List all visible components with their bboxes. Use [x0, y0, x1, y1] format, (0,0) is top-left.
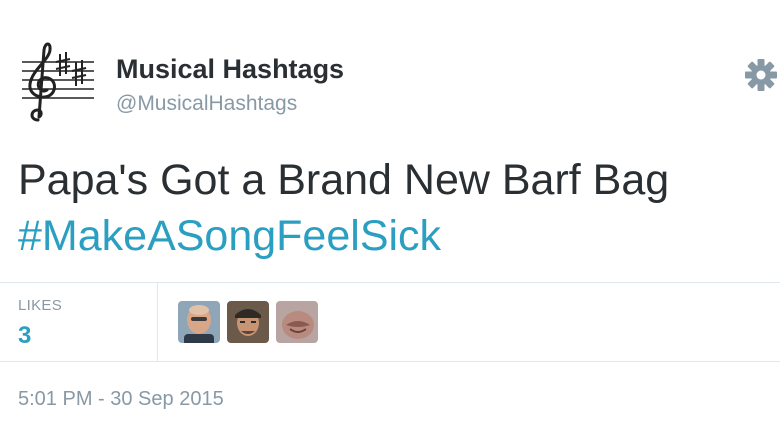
likes-count[interactable]: 3: [18, 322, 31, 350]
liker-avatar-1[interactable]: [178, 301, 220, 343]
tweet-timestamp[interactable]: 5:01 PM - 30 Sep 2015: [18, 388, 224, 411]
treble-clef-staff-icon: [22, 42, 94, 122]
likes-label: LIKES: [18, 297, 63, 314]
tweet-text: Papa's Got a Brand New Barf Bag #MakeASo…: [18, 152, 768, 264]
user-handle[interactable]: @MusicalHashtags: [116, 92, 297, 116]
tweet-text-line: Papa's Got a Brand New Barf Bag: [18, 156, 670, 204]
stats-divider: [157, 283, 158, 361]
profile-avatar[interactable]: [20, 40, 96, 126]
gear-icon[interactable]: [744, 58, 778, 92]
tweet-card: Musical Hashtags @MusicalHashtags Papa's: [0, 0, 780, 438]
liker-avatar-3[interactable]: [276, 301, 318, 343]
divider: [0, 361, 780, 362]
display-name[interactable]: Musical Hashtags: [116, 54, 344, 85]
liker-avatar-2[interactable]: [227, 301, 269, 343]
divider: [0, 282, 780, 283]
hashtag-link[interactable]: #MakeASongFeelSick: [18, 208, 768, 264]
